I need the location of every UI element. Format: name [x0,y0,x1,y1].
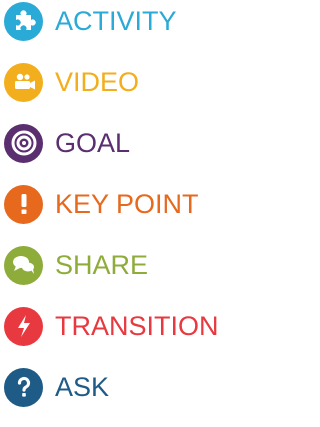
legend-item-video: VIDEO [4,57,139,107]
legend: ACTIVITY VIDEO GOAL KEY POINT SHARE TRAN… [0,0,254,427]
video-camera-icon [14,73,35,90]
legend-item-transition: TRANSITION [4,301,219,351]
legend-label-ask: ASK [55,371,110,402]
activity-badge [4,1,43,41]
legend-label-goal: GOAL [55,127,131,158]
transition-badge [4,306,43,346]
legend-label-share: SHARE [55,249,149,280]
lightning-bolt-icon [17,315,30,337]
goal-badge [4,123,43,163]
exclamation-icon [21,194,26,214]
legend-item-goal: GOAL [4,118,130,168]
speech-bubbles-icon [12,256,34,274]
question-mark-icon [17,376,30,397]
legend-item-ask: ASK [4,362,109,412]
puzzle-icon [15,10,36,30]
legend-item-share: SHARE [4,240,148,290]
target-icon [11,130,36,156]
legend-label-transition: TRANSITION [55,310,219,341]
key-point-badge [4,184,43,224]
share-badge [4,245,43,285]
video-badge [4,62,43,102]
legend-item-key-point: KEY POINT [4,179,199,229]
ask-badge [4,367,43,407]
legend-label-video: VIDEO [55,66,140,97]
legend-label-key-point: KEY POINT [55,188,199,219]
legend-item-activity: ACTIVITY [4,0,177,46]
legend-label-activity: ACTIVITY [55,5,177,36]
